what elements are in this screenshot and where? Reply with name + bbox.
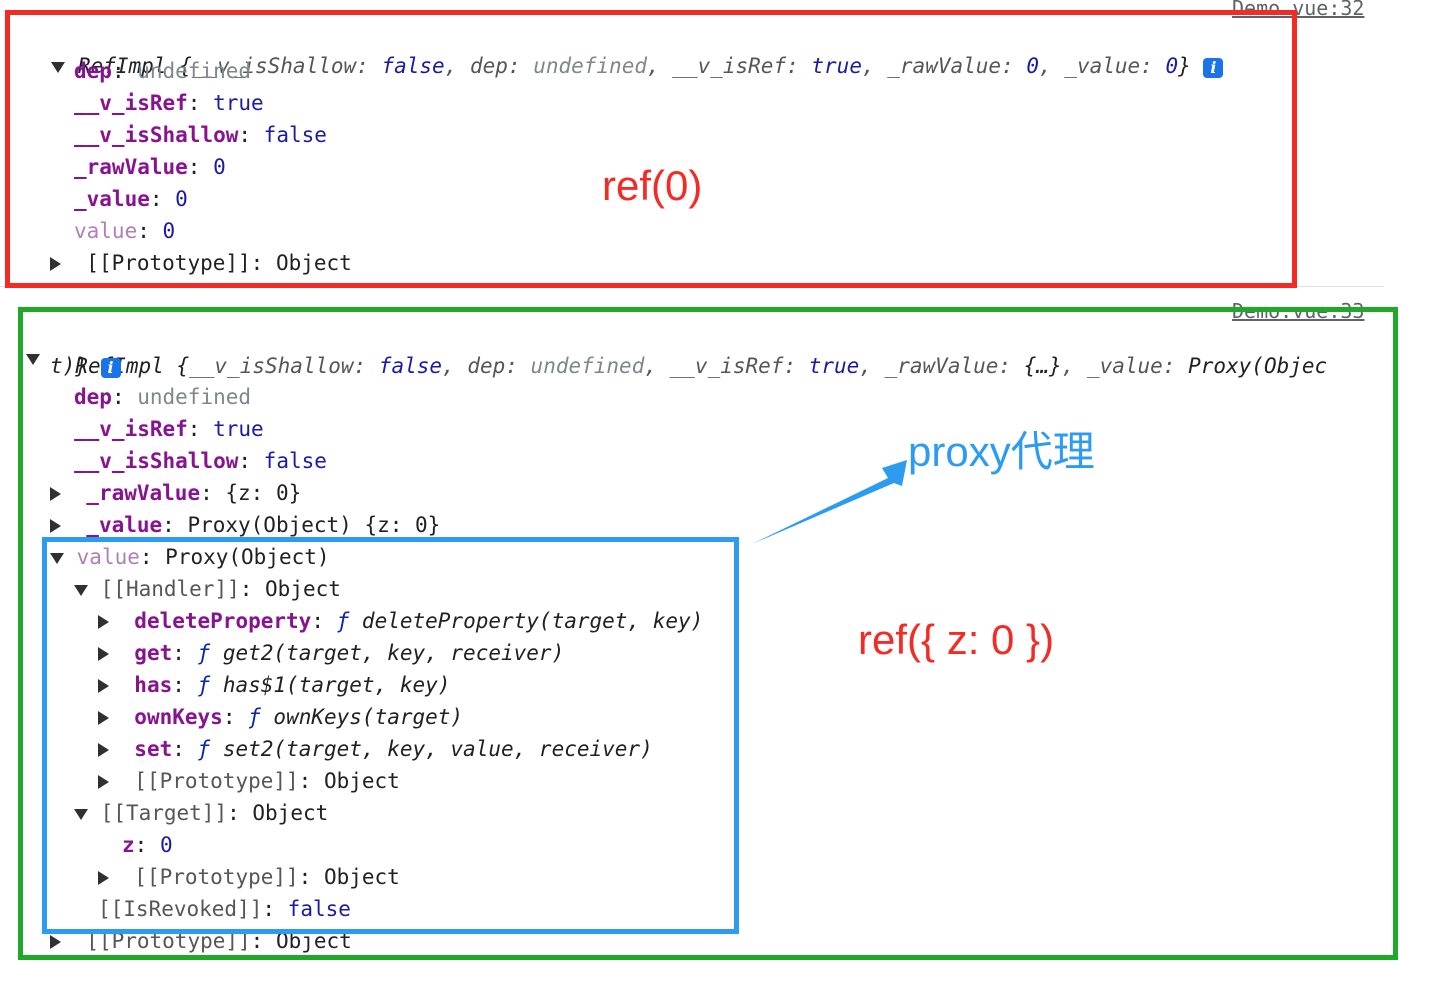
annotation-ref-object: ref({ z: 0 }) [858,616,1055,663]
annotation-arrow-icon [752,460,907,544]
blue-highlight-box [42,537,739,934]
annotation-proxy: proxy代理 [908,428,1095,475]
red-highlight-box [5,10,1297,288]
annotation-ref-primitive: ref(0) [602,162,703,209]
